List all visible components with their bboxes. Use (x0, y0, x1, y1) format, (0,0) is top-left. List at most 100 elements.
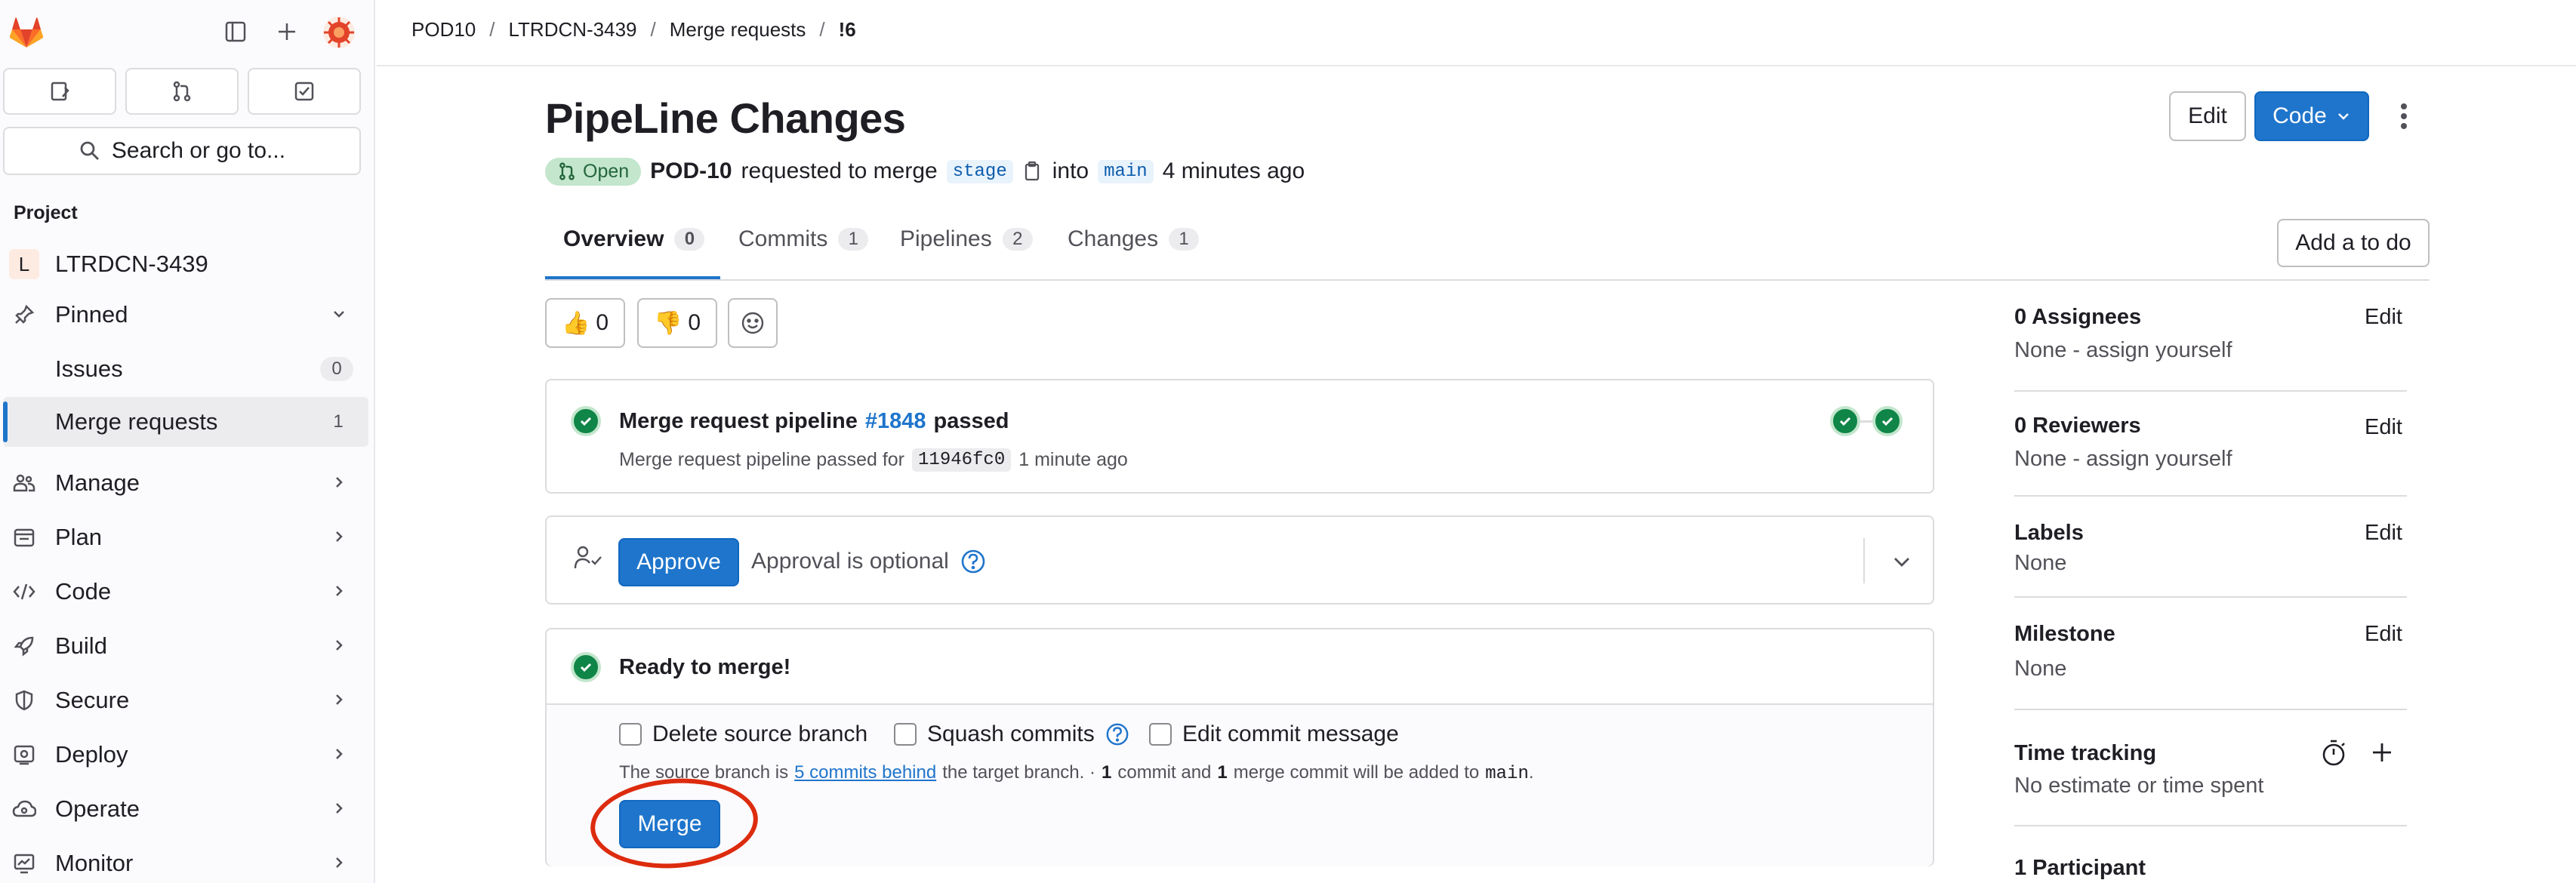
sidebar-item-label: Merge requests (55, 408, 218, 435)
thumbs-down-count: 0 (688, 310, 701, 335)
tab-commits[interactable]: Commits 1 (738, 226, 869, 252)
more-actions-icon[interactable] (2392, 98, 2416, 134)
plus-icon[interactable] (2371, 741, 2393, 764)
squash-commits-checkbox[interactable] (894, 723, 917, 746)
commit-sha[interactable]: 11946fc0 (912, 448, 1012, 472)
toggle-sidebar-icon[interactable] (220, 17, 251, 47)
smiley-icon (741, 312, 764, 334)
search-button[interactable]: Search or go to... (3, 127, 361, 175)
sidebar-item-monitor[interactable]: Monitor (0, 838, 370, 883)
edit-commit-message-checkbox[interactable] (1149, 723, 1172, 746)
approve-button[interactable]: Approve (618, 538, 739, 586)
rocket-icon (11, 632, 38, 660)
tab-changes[interactable]: Changes 1 (1068, 226, 1200, 252)
tab-count: 0 (674, 228, 705, 251)
gitlab-logo-icon[interactable] (8, 14, 45, 51)
divider (2014, 390, 2407, 392)
breadcrumb-merge-requests[interactable]: Merge requests (670, 18, 806, 42)
add-reaction-button[interactable] (728, 298, 778, 348)
status-badge: Open (545, 157, 642, 186)
pinned-section-toggle[interactable]: Pinned (0, 290, 370, 340)
thumbs-down-button[interactable]: 👎 0 (637, 298, 717, 348)
assigned-issues-button[interactable] (3, 68, 116, 115)
project-link[interactable]: L LTRDCN-3439 (0, 239, 370, 289)
approval-widget: Approve Approval is optional (545, 515, 1934, 605)
stage-passed-icon[interactable] (1830, 406, 1860, 436)
pipeline-title: Merge request pipeline #1848 passed (619, 409, 1009, 434)
page-title: PipeLine Changes (545, 94, 906, 142)
sidebar-item-operate[interactable]: Operate (0, 784, 370, 834)
source-branch[interactable]: stage (946, 159, 1013, 183)
breadcrumb-separator: / (819, 18, 825, 41)
sidebar-item-plan[interactable]: Plan (0, 512, 370, 562)
pipeline-link[interactable]: #1848 (865, 409, 926, 434)
breadcrumb-project[interactable]: LTRDCN-3439 (509, 18, 637, 42)
assignees-edit-button[interactable]: Edit (2365, 305, 2402, 330)
thumbs-up-icon: 👍 (561, 310, 590, 336)
edit-commit-message-option[interactable]: Edit commit message (1149, 721, 1399, 747)
code-dropdown-button[interactable]: Code (2254, 91, 2369, 141)
target-branch[interactable]: main (1098, 159, 1154, 183)
info-commit-text: commit and (1117, 762, 1212, 783)
sidebar-item-build[interactable]: Build (0, 621, 370, 671)
chevron-right-icon (331, 795, 347, 823)
sidebar-item-deploy[interactable]: Deploy (0, 730, 370, 780)
help-icon[interactable] (1105, 722, 1129, 746)
project-avatar: L (9, 249, 39, 279)
assignees-value[interactable]: None - assign yourself (2014, 338, 2232, 363)
chevron-down-icon (331, 301, 347, 328)
project-name: LTRDCN-3439 (55, 251, 208, 277)
merge-requests-button[interactable] (125, 68, 239, 115)
sidebar-item-label: Code (55, 578, 112, 605)
add-todo-button[interactable]: Add a to do (2277, 219, 2430, 267)
plus-icon[interactable] (272, 17, 302, 47)
pipeline-detail-prefix: Merge request pipeline passed for (619, 449, 905, 470)
time-tracking-title: Time tracking (2014, 741, 2157, 765)
breadcrumb-group[interactable]: POD10 (411, 18, 476, 42)
pipeline-prefix: Merge request pipeline (619, 409, 858, 433)
labels-edit-button[interactable]: Edit (2365, 521, 2402, 546)
milestone-edit-button[interactable]: Edit (2365, 622, 2402, 647)
sidebar-item-code[interactable]: Code (0, 567, 370, 617)
reviewers-edit-button[interactable]: Edit (2365, 415, 2402, 440)
help-icon[interactable] (960, 549, 986, 574)
time-tracking-value: No estimate or time spent (2014, 774, 2264, 798)
sidebar-item-secure[interactable]: Secure (0, 675, 370, 725)
section-title: Project (14, 202, 78, 223)
sidebar-item-merge-requests[interactable]: Merge requests 1 (3, 397, 368, 447)
sidebar-item-label: Issues (55, 355, 123, 382)
divider (2014, 596, 2407, 598)
breadcrumb-current[interactable]: !6 (839, 18, 856, 42)
stage-passed-icon[interactable] (1872, 406, 1903, 436)
tab-pipelines[interactable]: Pipelines 2 (900, 226, 1033, 252)
copy-icon[interactable] (1022, 160, 1043, 183)
tabs-divider (545, 279, 2430, 281)
thumbs-up-button[interactable]: 👍 0 (545, 298, 625, 348)
tab-overview[interactable]: Overview 0 (563, 226, 705, 252)
squash-commits-option[interactable]: Squash commits (894, 721, 1129, 747)
user-avatar-icon[interactable] (320, 14, 358, 51)
issues-icon (51, 82, 69, 101)
sidebar-item-issues[interactable]: Issues 0 (0, 344, 370, 394)
expand-chevron-icon[interactable] (1890, 550, 1913, 573)
option-label: Delete source branch (652, 721, 868, 746)
todos-button[interactable] (248, 68, 361, 115)
sidebar-item-manage[interactable]: Manage (0, 458, 370, 508)
delete-source-branch-option[interactable]: Delete source branch (619, 721, 867, 747)
author-link[interactable]: POD-10 (650, 158, 732, 184)
stopwatch-icon[interactable] (2321, 738, 2346, 767)
cloud-gear-icon (11, 795, 38, 823)
commits-behind-link[interactable]: 5 commits behind (794, 762, 936, 783)
delete-source-branch-checkbox[interactable] (619, 723, 642, 746)
sidebar-item-label: Monitor (55, 850, 134, 876)
edit-button[interactable]: Edit (2169, 91, 2246, 141)
pipeline-widget: Merge request pipeline #1848 passed Merg… (545, 379, 1934, 494)
milestone-title: Milestone (2014, 622, 2115, 646)
approval-text: Approval is optional (751, 549, 949, 574)
divider (2014, 495, 2407, 497)
active-indicator (3, 402, 8, 442)
mr-meta-line: Open POD-10 requested to merge stage int… (545, 155, 1305, 188)
info-mid: the target branch. · (942, 762, 1095, 783)
breadcrumb: POD10 / LTRDCN-3439 / Merge requests / !… (411, 18, 856, 42)
reviewers-value[interactable]: None - assign yourself (2014, 447, 2232, 472)
